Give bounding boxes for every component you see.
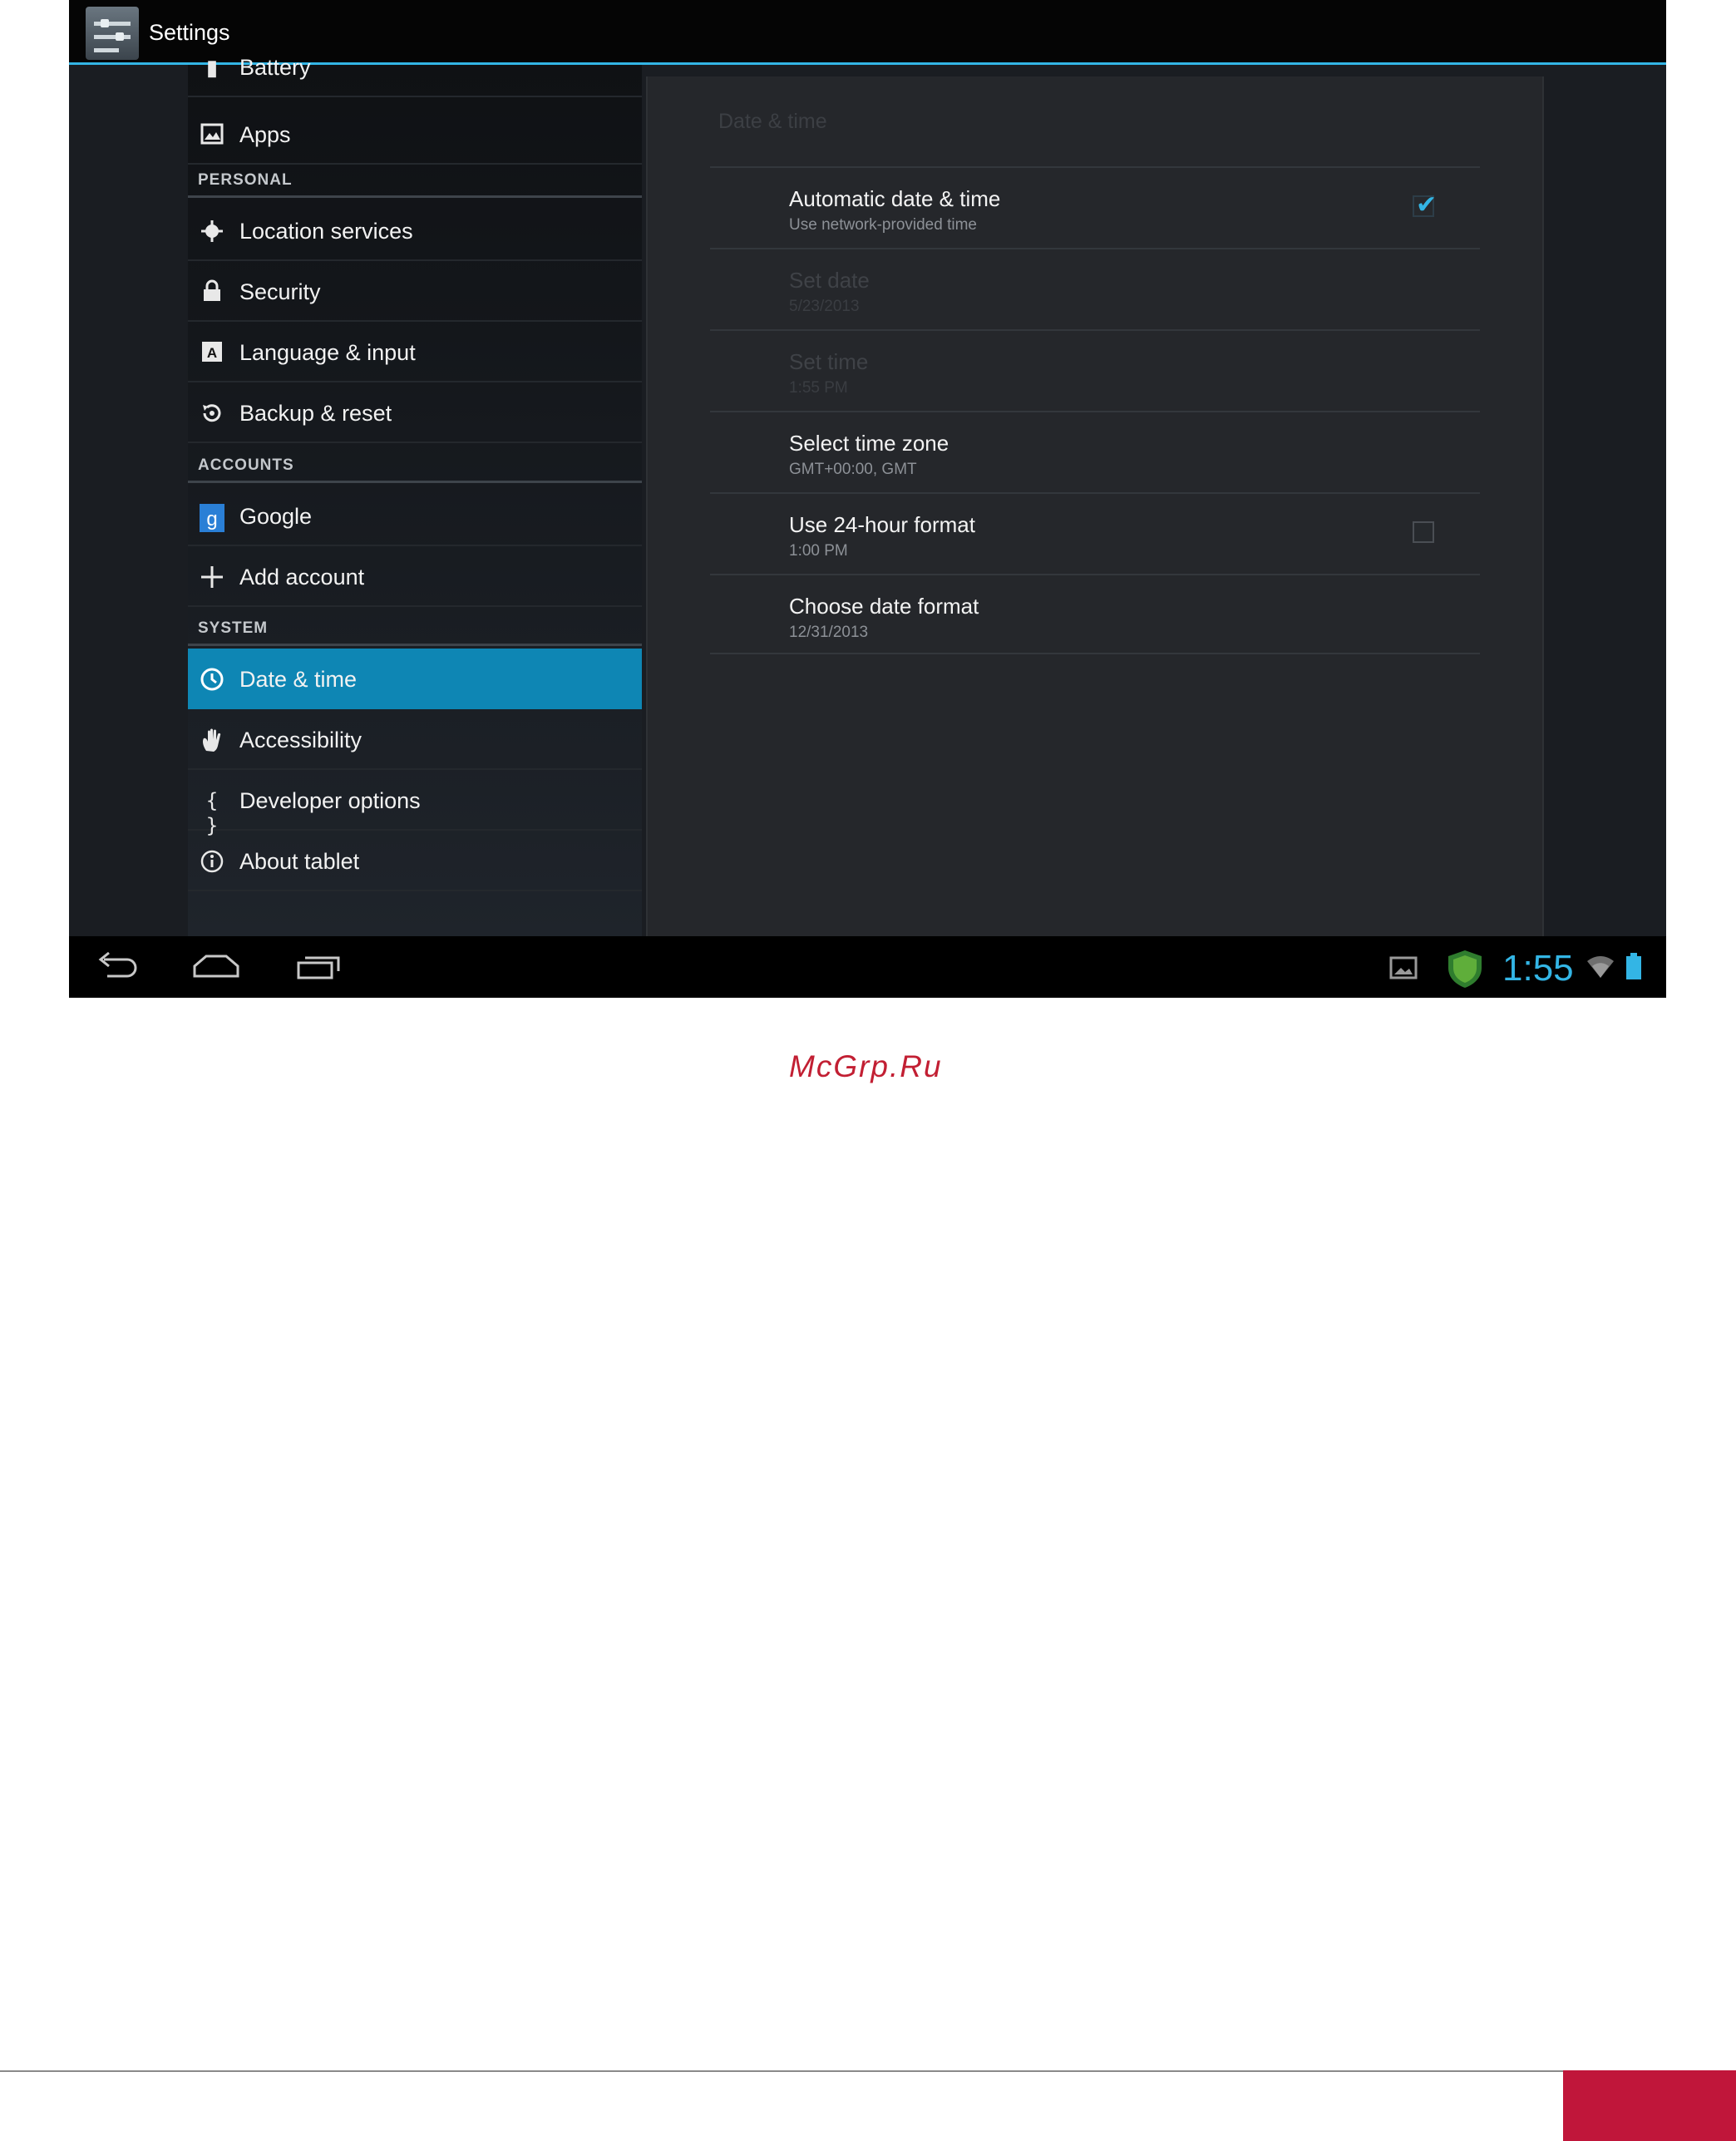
- sidebar-item-language[interactable]: A Language & input: [188, 322, 642, 382]
- sidebar-item-location[interactable]: Location services: [188, 200, 642, 261]
- home-button[interactable]: [190, 948, 248, 986]
- sidebar-item-label: Developer options: [239, 788, 421, 813]
- back-button[interactable]: [92, 948, 150, 986]
- settings-category-list[interactable]: ▮ Battery Apps PERSONAL Location service…: [188, 55, 642, 936]
- keyboard-icon: A: [200, 340, 224, 365]
- sidebar-item-label: Google: [239, 504, 313, 529]
- date-time-detail-pane: Date & time Automatic date & time Use ne…: [646, 76, 1544, 936]
- battery-icon: ▮: [205, 55, 219, 80]
- location-icon: [200, 219, 224, 244]
- sidebar-item-label: Battery: [239, 55, 311, 80]
- watermark: McGrp.Ru: [789, 1049, 943, 1083]
- braces-icon: { }: [205, 789, 219, 837]
- sidebar-item-label: Add account: [239, 565, 365, 590]
- pane-title: Date & time: [718, 110, 827, 133]
- clock-icon: [200, 667, 224, 692]
- sidebar-item-security[interactable]: Security: [188, 261, 642, 322]
- checkmark-icon: ✔: [1416, 191, 1438, 219]
- sidebar-item-label: Date & time: [239, 667, 358, 692]
- apps-icon: [200, 122, 224, 147]
- sidebar-item-label: About tablet: [239, 849, 360, 874]
- plus-icon: [200, 565, 224, 590]
- status-clock: 1:55: [1502, 948, 1574, 989]
- svg-text:A: A: [207, 345, 217, 361]
- sidebar-item-battery[interactable]: ▮ Battery: [188, 37, 642, 97]
- pref-set-date: Set date 5/23/2013: [710, 248, 1480, 329]
- home-icon: [193, 955, 239, 978]
- battery-status-icon: [1625, 951, 1642, 981]
- sidebar-item-date-time[interactable]: Date & time: [188, 649, 642, 709]
- info-icon: [200, 849, 224, 874]
- lock-icon: [200, 279, 224, 304]
- pref-set-time: Set time 1:55 PM: [710, 329, 1480, 411]
- section-header-accounts: ACCOUNTS: [188, 450, 642, 483]
- backup-icon: [200, 401, 224, 426]
- settings-app-icon[interactable]: [86, 7, 139, 60]
- hand-icon: [200, 728, 224, 752]
- back-icon: [98, 951, 137, 978]
- screenshot-notification-icon[interactable]: [1389, 956, 1418, 979]
- section-header-system: SYSTEM: [188, 613, 642, 646]
- sidebar-item-label: Location services: [239, 219, 413, 244]
- sidebar-item-label: Apps: [239, 122, 291, 147]
- sidebar-item-google[interactable]: g Google: [188, 486, 642, 546]
- automatic-date-time-checkbox[interactable]: ✔: [1413, 191, 1437, 219]
- sidebar-item-about[interactable]: About tablet: [188, 831, 642, 891]
- sidebar-item-label: Security: [239, 279, 321, 304]
- pref-24-hour-format[interactable]: Use 24-hour format 1:00 PM: [710, 492, 1480, 574]
- pref-automatic-date-time[interactable]: Automatic date & time Use network-provid…: [710, 166, 1480, 248]
- security-shield-icon[interactable]: [1444, 948, 1486, 989]
- sidebar-item-backup[interactable]: Backup & reset: [188, 382, 642, 443]
- divider: [710, 653, 1480, 654]
- sidebar-item-accessibility[interactable]: Accessibility: [188, 709, 642, 770]
- pref-choose-date-format[interactable]: Choose date format 12/31/2013: [710, 574, 1480, 655]
- pref-select-time-zone[interactable]: Select time zone GMT+00:00, GMT: [710, 411, 1480, 492]
- 24-hour-format-checkbox[interactable]: [1413, 521, 1434, 543]
- sidebar-item-label: Language & input: [239, 340, 416, 365]
- sidebar-item-apps[interactable]: Apps: [188, 104, 642, 165]
- google-icon: g: [200, 504, 224, 532]
- sidebar-item-label: Backup & reset: [239, 401, 392, 426]
- svg-text:g: g: [206, 508, 217, 530]
- footer-divider: [0, 2070, 1563, 2072]
- wifi-icon: [1586, 955, 1615, 979]
- sidebar-item-add-account[interactable]: Add account: [188, 546, 642, 607]
- sidebar-item-developer[interactable]: { } Developer options: [188, 770, 642, 837]
- section-header-personal: PERSONAL: [188, 165, 642, 198]
- recent-apps-button[interactable]: [292, 948, 350, 986]
- tablet-screenshot: Settings ▮ Battery Apps PERSONAL Locatio…: [69, 0, 1666, 998]
- recent-apps-icon: [297, 956, 340, 979]
- system-nav-bar: 1:55: [69, 936, 1666, 998]
- sidebar-item-label: Accessibility: [239, 728, 362, 752]
- footer-page-tab: [1563, 2070, 1736, 2141]
